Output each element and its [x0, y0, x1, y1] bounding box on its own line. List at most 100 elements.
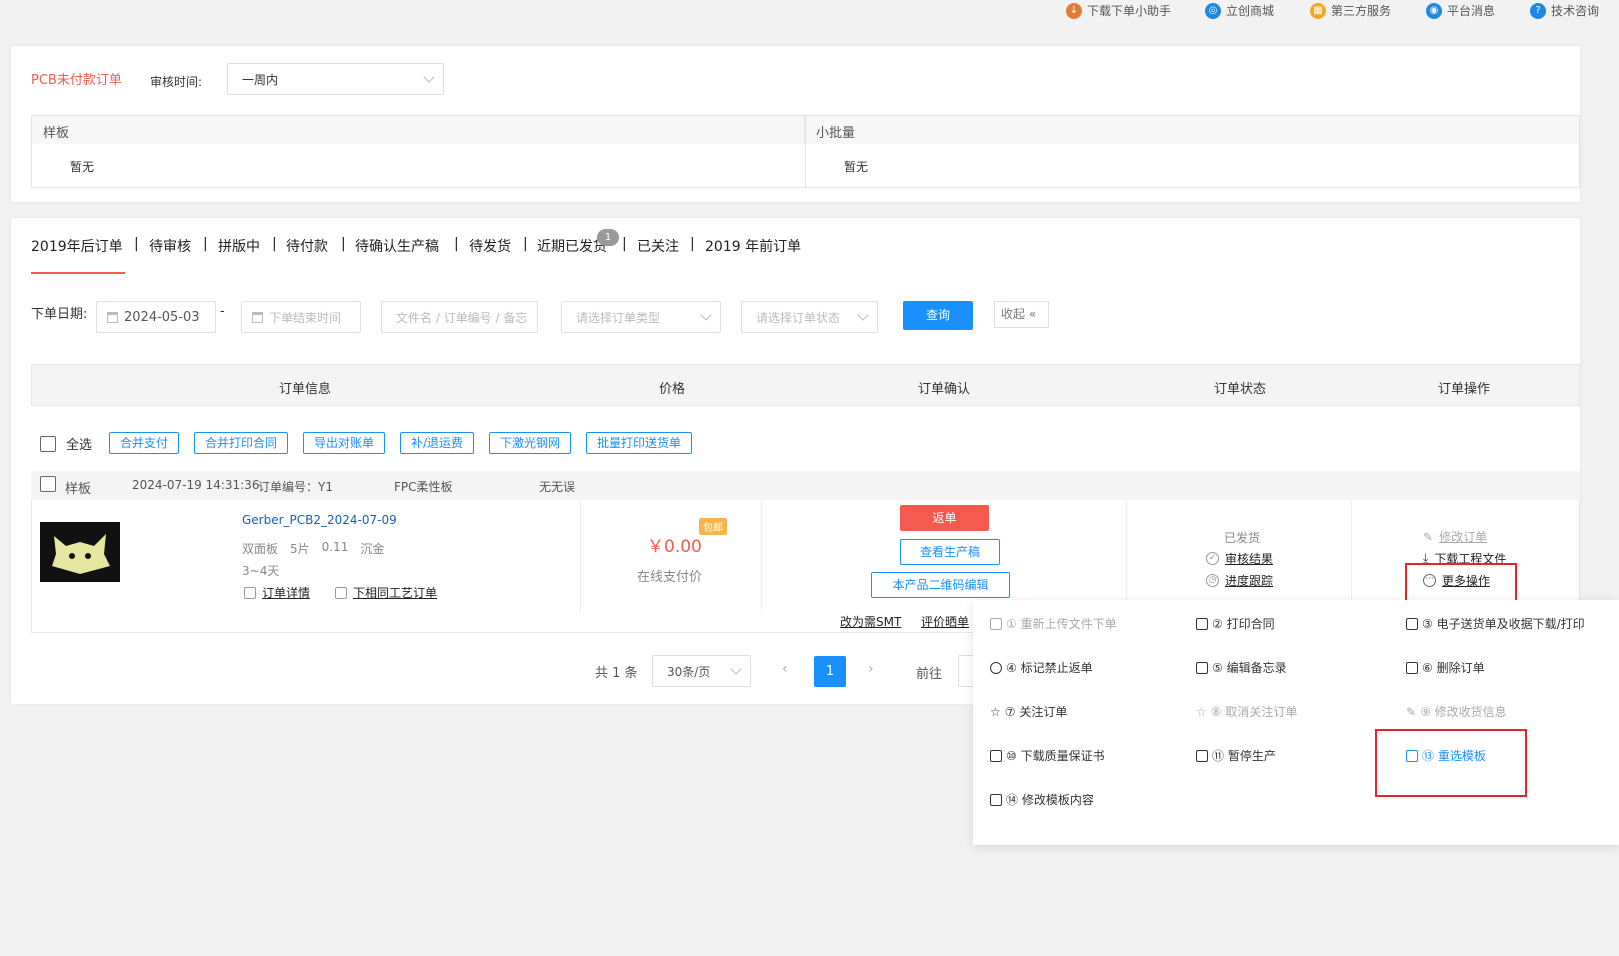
col-order-confirm: 订单确认 [918, 382, 971, 397]
goto-label: 前往 [916, 667, 943, 682]
end-date-input[interactable]: 下单结束时间 [241, 301, 361, 333]
edit-icon [1196, 661, 1208, 674]
order-material: FPC柔性板 [394, 480, 453, 494]
order-note: 无无误 [539, 480, 576, 494]
next-page-icon[interactable]: › [868, 661, 874, 677]
unpaid-summary-table: 样板 暂无 小批量 暂无 [31, 115, 1580, 188]
merge-pay-button[interactable]: 合并支付 [109, 432, 180, 454]
page-1-button[interactable]: 1 [814, 656, 846, 687]
prev-page-icon[interactable]: ‹ [782, 661, 788, 677]
calendar-icon [252, 311, 263, 323]
orders-table-header: 订单信息 价格 订单确认 订单状态 订单操作 [31, 364, 1580, 406]
tab-pending-shipment[interactable]: 待发货 [469, 236, 511, 256]
merge-print-contract-button[interactable]: 合并打印合同 [194, 432, 289, 454]
order-detail-link[interactable]: 订单详情 [244, 584, 310, 601]
keyword-input[interactable]: 文件名 / 订单编号 / 备忘 [381, 301, 538, 333]
menu-follow-order[interactable]: ☆ ⑦ 关注订单 [990, 703, 1067, 720]
active-tab-underline [31, 272, 125, 274]
progress-tracking-link[interactable]: ◷ 进度跟踪 [1206, 572, 1273, 589]
sample-value: 暂无 [70, 160, 95, 174]
recently-shipped-badge: 1 [597, 229, 619, 246]
sample-header: 样板 [43, 126, 70, 141]
tab-orders-before-2019[interactable]: 2019 年前订单 [705, 236, 801, 256]
audit-time-label: 审核时间: [150, 75, 203, 89]
mall-icon: ◎ [1205, 2, 1221, 19]
pencil-icon: ✎ [1406, 704, 1417, 719]
top-bar: ↓ 下载下单小助手 ◎ 立创商城 ▦ 第三方服务 ◉ 平台消息 ? 技术咨询 [0, 0, 1619, 24]
topbar-messages[interactable]: ◉ 平台消息 [1426, 2, 1495, 19]
topbar-download-helper[interactable]: ↓ 下载下单小助手 [1066, 2, 1171, 19]
printer-icon [1196, 617, 1208, 630]
tab-pending-review[interactable]: 待审核 [149, 236, 191, 256]
menu-unfollow-order[interactable]: ☆ ⑧ 取消关注订单 [1196, 703, 1297, 720]
menu-delete-order[interactable]: ⑥ 删除订单 [1406, 659, 1485, 676]
calendar-icon [107, 311, 118, 323]
col-order-status: 订单状态 [1214, 382, 1267, 397]
chevron-down-icon [423, 71, 435, 83]
menu-modify-address[interactable]: ✎ ⑨ 修改收货信息 [1406, 703, 1507, 720]
batch-print-delivery-button[interactable]: 批量打印送货单 [586, 432, 693, 454]
check-circle-icon: ✓ [1206, 552, 1219, 565]
tab-orders-after-2019[interactable]: 2019年后订单 [31, 236, 123, 256]
document-icon [244, 586, 256, 599]
modify-order-link[interactable]: ✎ 修改订单 [1423, 528, 1487, 545]
lead-time: 3~4天 [242, 564, 280, 578]
order-checkbox[interactable] [40, 476, 56, 492]
collapse-button[interactable]: 收起 « [994, 301, 1049, 328]
pcb-thumbnail [40, 522, 120, 582]
more-actions-menu [973, 600, 1619, 845]
laser-stencil-button[interactable]: 下激光钢网 [489, 432, 572, 454]
order-spec: 双面板 5片 0.11 沉金 [242, 540, 385, 556]
pagination-total: 共 1 条 [595, 666, 638, 681]
menu-mark-no-reorder[interactable]: ④ 标记禁止返单 [990, 659, 1093, 676]
status-text: 已发货 [1224, 531, 1261, 545]
chevron-down-icon [730, 663, 742, 675]
menu-edit-memo[interactable]: ⑤ 编辑备忘录 [1196, 659, 1287, 676]
menu-modify-template[interactable]: ⑭ 修改模板内容 [990, 791, 1094, 808]
audit-time-select[interactable]: 一周内 [227, 63, 444, 95]
view-draft-button[interactable]: 查看生产稿 [900, 539, 1000, 565]
review-link[interactable]: 评价晒单 [921, 613, 969, 630]
order-type-select[interactable]: 请选择订单类型 [561, 301, 721, 333]
order-date-label: 下单日期: [31, 307, 88, 322]
tab-pending-payment[interactable]: 待付款 [286, 236, 328, 256]
double-chevron-left-icon: « [1028, 307, 1037, 321]
export-statement-button[interactable]: 导出对账单 [303, 432, 386, 454]
menu-delivery-note[interactable]: ③ 电子送货单及收据下载/打印 [1406, 615, 1585, 632]
topbar-tech-support[interactable]: ? 技术咨询 [1530, 2, 1599, 19]
message-icon: ◉ [1426, 2, 1442, 19]
menu-download-quality-cert[interactable]: ⑩ 下载质量保证书 [990, 747, 1105, 764]
col-order-info: 订单信息 [279, 382, 332, 397]
qr-edit-button[interactable]: 本产品二维码编辑 [871, 572, 1010, 598]
freight-adjust-button[interactable]: 补/退运费 [400, 432, 475, 454]
select-all-checkbox[interactable] [40, 435, 56, 452]
tab-confirm-draft[interactable]: 待确认生产稿 [355, 236, 439, 256]
tab-followed[interactable]: 已关注 [637, 236, 679, 256]
audit-result-link[interactable]: ✓ 审核结果 [1206, 550, 1273, 567]
topbar-third-party[interactable]: ▦ 第三方服务 [1310, 2, 1391, 19]
select-all[interactable]: 全选 [40, 434, 92, 453]
menu-reupload[interactable]: ① 重新上传文件下单 [990, 615, 1117, 632]
start-date-input[interactable]: 2024-05-03 [96, 301, 216, 333]
menu-print-contract[interactable]: ② 打印合同 [1196, 615, 1275, 632]
menu-pause-production[interactable]: ⑪ 暂停生产 [1196, 747, 1276, 764]
col-order-ops: 订单操作 [1438, 382, 1491, 397]
free-shipping-badge: 包邮 [699, 518, 727, 535]
reorder-link[interactable]: 下相同工艺订单 [335, 584, 437, 601]
tab-panelizing[interactable]: 拼版中 [218, 236, 260, 256]
order-filename-link[interactable]: Gerber_PCB2_2024-07-09 [242, 513, 397, 527]
page-size-select[interactable]: 30条/页 [652, 655, 751, 687]
return-order-button[interactable]: 返单 [900, 505, 989, 531]
order-number: 订单编号：Y1 [258, 480, 333, 494]
more-actions-highlight-box [1405, 563, 1517, 604]
change-to-smt-link[interactable]: 改为需SMT [840, 613, 901, 630]
topbar-mall[interactable]: ◎ 立创商城 [1205, 2, 1274, 19]
tech-support-icon: ? [1530, 2, 1546, 19]
order-time: 2024-07-19 14:31:36 [132, 478, 260, 492]
order-status-select[interactable]: 请选择订单状态 [741, 301, 878, 333]
query-button[interactable]: 查询 [903, 301, 973, 330]
printer-icon [1406, 617, 1418, 630]
star-icon: ☆ [990, 704, 1001, 719]
download-helper-icon: ↓ [1066, 2, 1082, 19]
col-price: 价格 [659, 382, 686, 397]
